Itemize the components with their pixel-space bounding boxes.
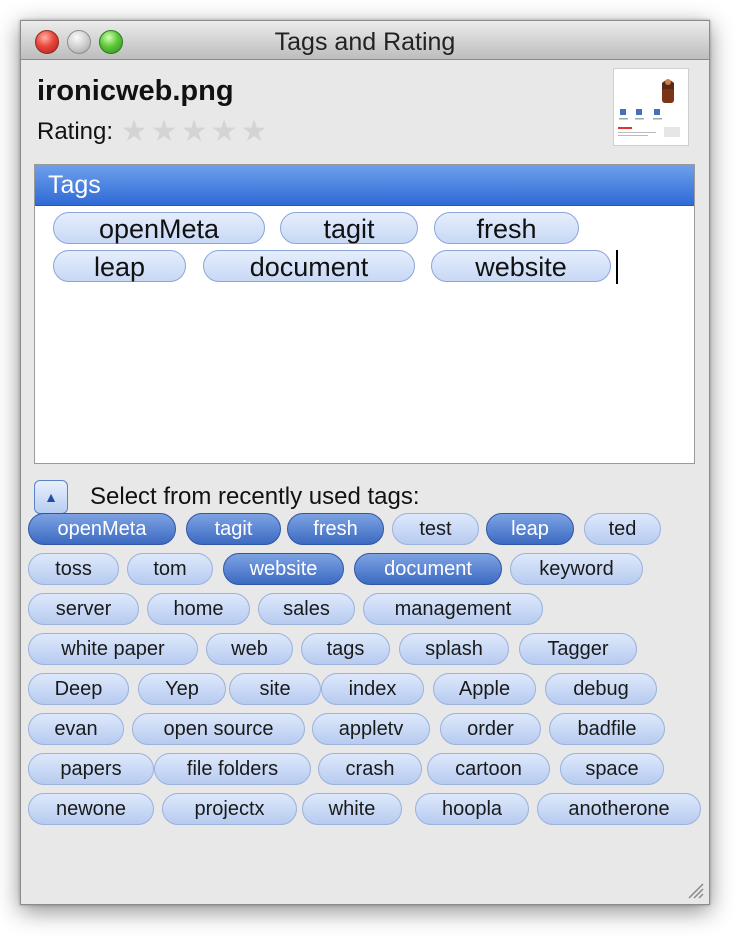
tags-and-rating-window: Tags and Rating ironicweb.png Rating: ★ …: [20, 20, 710, 905]
recent-tag-website[interactable]: website: [223, 553, 344, 585]
star-4-icon[interactable]: ★: [209, 117, 239, 147]
tag-token[interactable]: document: [203, 250, 415, 282]
recent-tags-label: Select from recently used tags:: [90, 483, 420, 510]
recent-tags-row: ▲ Select from recently used tags:: [34, 479, 419, 515]
triangle-up-icon: ▲: [44, 489, 58, 505]
tag-token[interactable]: leap: [53, 250, 186, 282]
recent-tag-order[interactable]: order: [440, 713, 541, 745]
recent-tag-projectx[interactable]: projectx: [162, 793, 297, 825]
recent-tag-fresh[interactable]: fresh: [287, 513, 384, 545]
recent-tag-tagger[interactable]: Tagger: [519, 633, 637, 665]
window-title: Tags and Rating: [274, 28, 456, 56]
recent-tag-leap[interactable]: leap: [486, 513, 574, 545]
recent-tag-crash[interactable]: crash: [318, 753, 422, 785]
title-bar[interactable]: Tags and Rating: [21, 21, 709, 60]
recent-tag-openmeta[interactable]: openMeta: [28, 513, 176, 545]
resize-grip-icon[interactable]: [683, 878, 705, 900]
star-1-icon[interactable]: ★: [119, 117, 149, 147]
thumbnail-image: [614, 69, 688, 145]
recent-tag-keyword[interactable]: keyword: [510, 553, 643, 585]
star-rating[interactable]: ★ ★ ★ ★ ★: [119, 117, 269, 147]
star-2-icon[interactable]: ★: [149, 117, 179, 147]
recent-tag-server[interactable]: server: [28, 593, 139, 625]
recent-tag-white-paper[interactable]: white paper: [28, 633, 198, 665]
recent-tag-yep[interactable]: Yep: [138, 673, 226, 705]
recent-tag-white[interactable]: white: [302, 793, 402, 825]
star-5-icon[interactable]: ★: [239, 117, 269, 147]
tag-token[interactable]: tagit: [280, 212, 418, 244]
recent-tag-splash[interactable]: splash: [399, 633, 509, 665]
recent-tag-hoopla[interactable]: hoopla: [415, 793, 529, 825]
file-thumbnail: [613, 68, 689, 146]
recent-tag-document[interactable]: document: [354, 553, 502, 585]
recent-tag-badfile[interactable]: badfile: [549, 713, 665, 745]
rating-label: Rating:: [37, 118, 114, 145]
recent-tag-papers[interactable]: papers: [28, 753, 154, 785]
recent-tag-deep[interactable]: Deep: [28, 673, 129, 705]
recent-tag-evan[interactable]: evan: [28, 713, 124, 745]
recent-tag-index[interactable]: index: [321, 673, 424, 705]
recent-tag-open-source[interactable]: open source: [132, 713, 305, 745]
tag-token[interactable]: openMeta: [53, 212, 265, 244]
recent-tag-newone[interactable]: newone: [28, 793, 154, 825]
recent-tag-sales[interactable]: sales: [258, 593, 355, 625]
tag-token[interactable]: website: [431, 250, 611, 282]
recent-tag-tom[interactable]: tom: [127, 553, 213, 585]
rating-row: Rating: ★ ★ ★ ★ ★: [37, 116, 269, 148]
recent-tag-apple[interactable]: Apple: [433, 673, 536, 705]
recent-tag-web[interactable]: web: [206, 633, 293, 665]
recent-tag-anotherone[interactable]: anotherone: [537, 793, 701, 825]
recent-tag-file-folders[interactable]: file folders: [154, 753, 311, 785]
file-name: ironicweb.png: [37, 75, 234, 107]
recent-tag-space[interactable]: space: [560, 753, 664, 785]
recent-tag-site[interactable]: site: [229, 673, 321, 705]
recent-tag-cartoon[interactable]: cartoon: [427, 753, 550, 785]
recent-tag-ted[interactable]: ted: [584, 513, 661, 545]
tags-panel: Tags openMeta tagit fresh leap document websi…: [34, 164, 695, 464]
recent-tag-home[interactable]: home: [147, 593, 250, 625]
tags-header: Tags: [35, 165, 694, 206]
star-3-icon[interactable]: ★: [179, 117, 209, 147]
recent-tag-tags[interactable]: tags: [301, 633, 390, 665]
tag-token[interactable]: fresh: [434, 212, 579, 244]
recent-tag-test[interactable]: test: [392, 513, 479, 545]
recent-tag-toss[interactable]: toss: [28, 553, 119, 585]
recent-tag-appletv[interactable]: appletv: [312, 713, 430, 745]
text-caret: [616, 250, 618, 284]
recent-tag-debug[interactable]: debug: [545, 673, 657, 705]
recent-tag-tagit[interactable]: tagit: [186, 513, 281, 545]
disclosure-triangle-button[interactable]: ▲: [34, 480, 68, 514]
recent-tag-management[interactable]: management: [363, 593, 543, 625]
